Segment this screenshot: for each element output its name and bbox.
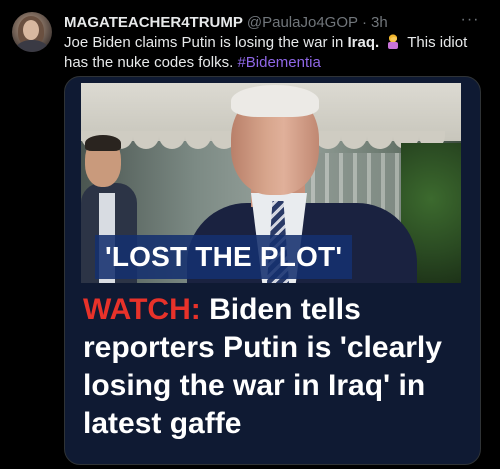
separator-dot: · bbox=[362, 13, 368, 31]
avatar[interactable] bbox=[12, 12, 52, 52]
man-hair bbox=[231, 85, 319, 117]
left-man-hair bbox=[85, 135, 121, 151]
tweet-text-bold: Iraq. bbox=[347, 34, 380, 51]
lower-third-caption: 'LOST THE PLOT' bbox=[95, 235, 353, 279]
news-photo: 'LOST THE PLOT' bbox=[81, 83, 461, 283]
facepalm-emoji-icon bbox=[385, 33, 401, 49]
user-handle[interactable]: @PaulaJo4GOP bbox=[247, 14, 358, 31]
headline: WATCH: Biden tells reporters Putin is 'c… bbox=[83, 291, 463, 443]
lower-third-text: 'LOST THE PLOT' bbox=[105, 241, 343, 272]
tweet[interactable]: MAGATEACHER4TRUMP @PaulaJo4GOP · 3h ··· … bbox=[0, 0, 500, 469]
hashtag-link[interactable]: #Bidementia bbox=[237, 54, 320, 71]
tweet-header: MAGATEACHER4TRUMP @PaulaJo4GOP · 3h bbox=[64, 12, 388, 32]
headline-watch: WATCH: bbox=[83, 293, 201, 326]
timestamp[interactable]: 3h bbox=[371, 14, 388, 31]
tweet-text: Joe Biden claims Putin is losing the war… bbox=[64, 33, 484, 73]
display-name[interactable]: MAGATEACHER4TRUMP bbox=[64, 14, 243, 31]
tweet-text-part1: Joe Biden claims Putin is losing the war… bbox=[64, 34, 348, 51]
more-options-icon[interactable]: ··· bbox=[458, 10, 482, 30]
avatar-shirt bbox=[16, 40, 48, 52]
avatar-face bbox=[23, 20, 39, 40]
media-card[interactable]: 'LOST THE PLOT' WATCH: Biden tells repor… bbox=[64, 76, 481, 465]
